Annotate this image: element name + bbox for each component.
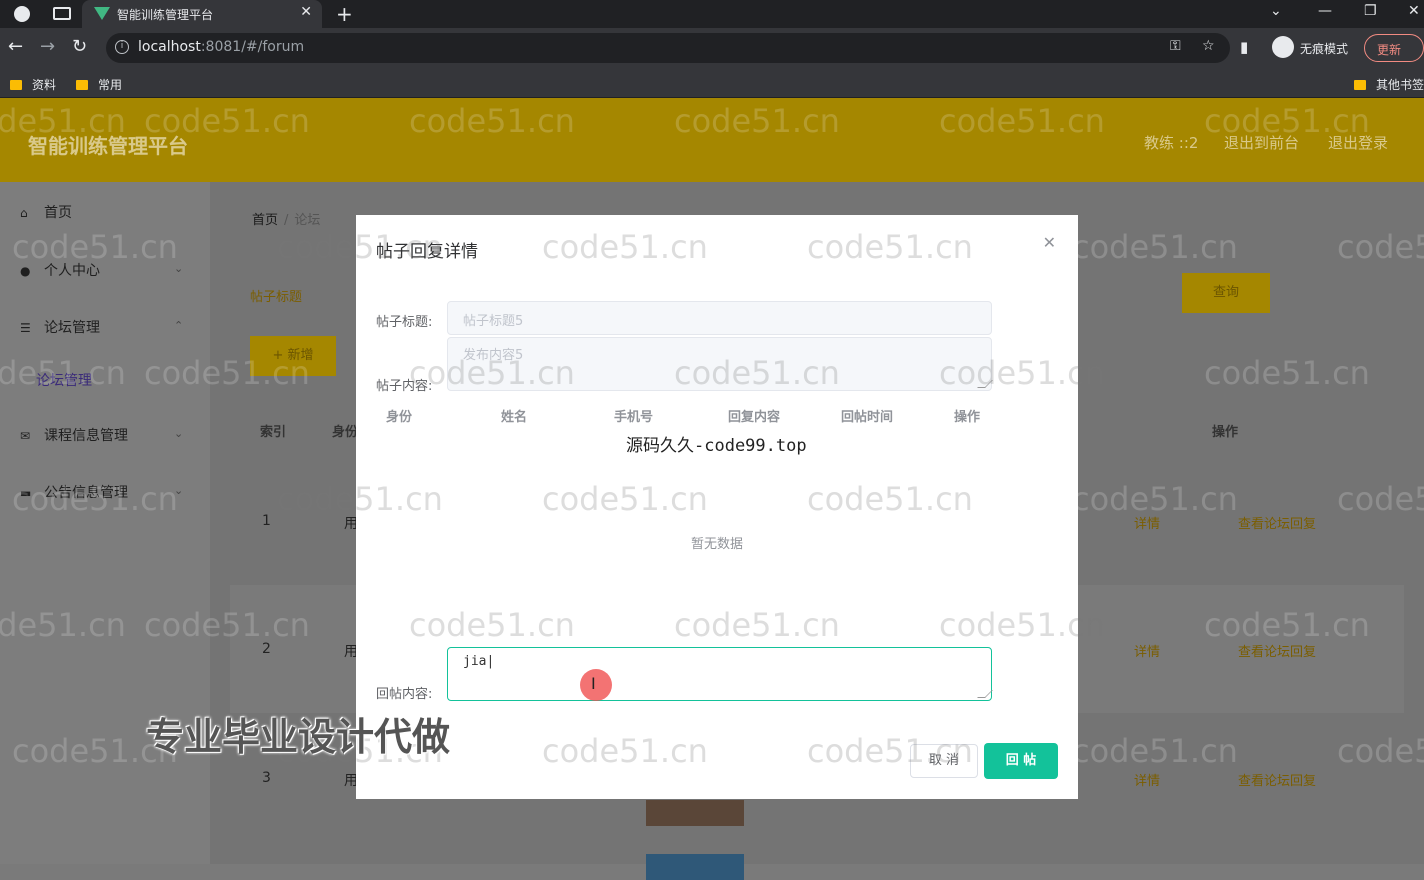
source-overlay-text: 源码久久-code99.top [626,436,807,456]
truck-icon: ▬ [20,486,32,500]
forward-icon[interactable]: → [40,36,55,57]
chevron-down-icon: ⌄ [174,484,184,497]
dialog-title: 帖子回复详情 [376,242,478,262]
minimize-icon[interactable]: — [1318,3,1332,19]
row-index: 3 [262,770,271,786]
folder-icon [1354,80,1366,90]
folder-icon [10,80,22,90]
view-replies-link[interactable]: 查看论坛回复 [1238,641,1316,660]
close-icon[interactable]: ✕ [1043,233,1056,252]
reply-content-input[interactable]: jia| [447,647,993,701]
menu-icon: ☰ [20,321,31,335]
sidebar-item-home[interactable]: ⌂ 首页 [20,202,72,222]
sidebar-item-profile[interactable]: ● 个人中心 [20,260,100,280]
resize-handle-icon[interactable] [977,690,993,698]
restore-icon[interactable]: ❐ [1364,3,1377,19]
detail-link[interactable]: 详情 [1134,770,1160,789]
reply-table-header: 姓名 [501,410,528,425]
mouse-cursor-icon: I [580,669,612,701]
chevron-up-icon: ⌃ [174,319,184,332]
row-thumbnail [646,800,744,826]
reply-content-label: 回帖内容: [376,687,433,702]
key-icon[interactable]: ⚿ [1170,38,1181,54]
browser-titlebar: 智能训练管理平台 ✕ + ⌄ — ❐ ✕ [0,0,1424,28]
reply-detail-dialog: 帖子回复详情 ✕ 帖子标题: 帖子标题5 帖子内容: 发布内容5 身份 姓名 手… [356,215,1078,799]
row-index: 2 [262,641,271,657]
logout-link[interactable]: 退出登录 [1328,132,1388,153]
reply-table-header: 手机号 [614,410,654,425]
incognito-icon[interactable] [1272,36,1294,58]
update-button[interactable]: 更新 [1364,34,1424,62]
tab-close-icon[interactable]: ✕ [300,4,312,20]
user-icon: ● [20,264,31,278]
detail-link[interactable]: 详情 [1134,641,1160,660]
sidebar-subitem-forum[interactable]: 论坛管理 [36,370,92,390]
search-label: 帖子标题 [250,290,303,305]
bookmark-folder[interactable]: 常用 [76,76,122,93]
reply-table-header: 操作 [954,410,981,425]
home-icon: ⌂ [20,206,28,220]
promo-overlay-text: 专业毕业设计代做 [146,715,451,759]
row-thumbnail [646,854,744,880]
view-replies-link[interactable]: 查看论坛回复 [1238,513,1316,532]
sidebar: ⌂ 首页 ● 个人中心 ⌄ ☰ 论坛管理 ⌃ 论坛管理 ✉ 课程信息管理 ⌄ ▬ 公告信息… [0,182,210,864]
submit-reply-button[interactable]: 回 帖 [984,743,1058,779]
resize-handle-icon[interactable] [977,380,993,388]
bookmarks-bar: 资料 常用 其他书签 [0,68,1424,98]
row-index: 1 [262,513,271,529]
post-content-label: 帖子内容: [376,379,433,394]
breadcrumb-home[interactable]: 首页 [252,213,278,228]
address-bar[interactable]: i localhost:8081/#/forum ⚿ ☆ [106,33,1230,63]
sidepanel-icon[interactable]: ▮ [1240,38,1248,56]
bookmark-folder[interactable]: 资料 [10,76,56,93]
empty-table-text: 暂无数据 [690,537,743,552]
post-content-field: 发布内容5 [447,337,993,391]
star-icon[interactable]: ☆ [1202,38,1215,54]
user-label: 教练 ::2 [1144,134,1199,152]
close-window-icon[interactable]: ✕ [1408,3,1420,19]
breadcrumb-current: 论坛 [294,213,321,228]
reply-table-header: 回复内容 [728,410,781,425]
browser-tab[interactable]: 智能训练管理平台 ✕ [82,0,322,28]
sidebar-item-forum[interactable]: ☰ 论坛管理 [20,317,100,337]
reply-table-header: 身份 [386,410,413,425]
new-tab-icon[interactable]: + [336,2,353,26]
folder-icon [76,80,88,90]
column-header: 身份 [332,425,359,440]
reply-table-header: 回帖时间 [841,410,894,425]
chevron-down-icon: ⌄ [174,262,184,275]
tab-title: 智能训练管理平台 [117,8,214,22]
column-header: 操作 [1212,425,1239,440]
detail-link[interactable]: 详情 [1134,513,1160,532]
post-title-label: 帖子标题: [376,315,433,330]
info-icon[interactable]: i [115,40,129,54]
mail-icon: ✉ [20,429,31,443]
post-title-field: 帖子标题5 [447,301,992,335]
app-title: 智能训练管理平台 [28,134,188,158]
search-button[interactable]: 查询 [1182,273,1270,313]
breadcrumb: 首页 / 论坛 [252,213,321,228]
cancel-button[interactable]: 取 消 [910,744,978,778]
app-header: 智能训练管理平台 教练 ::2 退出到前台 退出登录 [0,98,1424,182]
sidebar-item-course[interactable]: ✉ 课程信息管理 [20,425,128,445]
incognito-label: 无痕模式 [1300,42,1349,56]
chevron-down-icon: ⌄ [174,427,184,440]
column-header: 索引 [260,425,287,440]
url-text: localhost:8081/#/forum [138,39,305,55]
view-replies-link[interactable]: 查看论坛回复 [1238,770,1316,789]
tab-search-icon[interactable] [53,7,71,20]
browser-menu-icon[interactable] [14,6,30,22]
back-icon[interactable]: ← [8,36,23,57]
reload-icon[interactable]: ↻ [72,36,87,57]
sidebar-item-notice[interactable]: ▬ 公告信息管理 [20,482,128,502]
tab-list-chevron-icon[interactable]: ⌄ [1270,3,1282,19]
address-row: ← → ↻ i localhost:8081/#/forum ⚿ ☆ ▮ 无痕模… [0,28,1424,68]
other-bookmarks[interactable]: 其他书签 [1354,76,1424,93]
vue-logo-icon [94,7,110,20]
exit-to-frontend-link[interactable]: 退出到前台 [1224,132,1299,153]
add-button[interactable]: + 新增 [250,336,336,376]
